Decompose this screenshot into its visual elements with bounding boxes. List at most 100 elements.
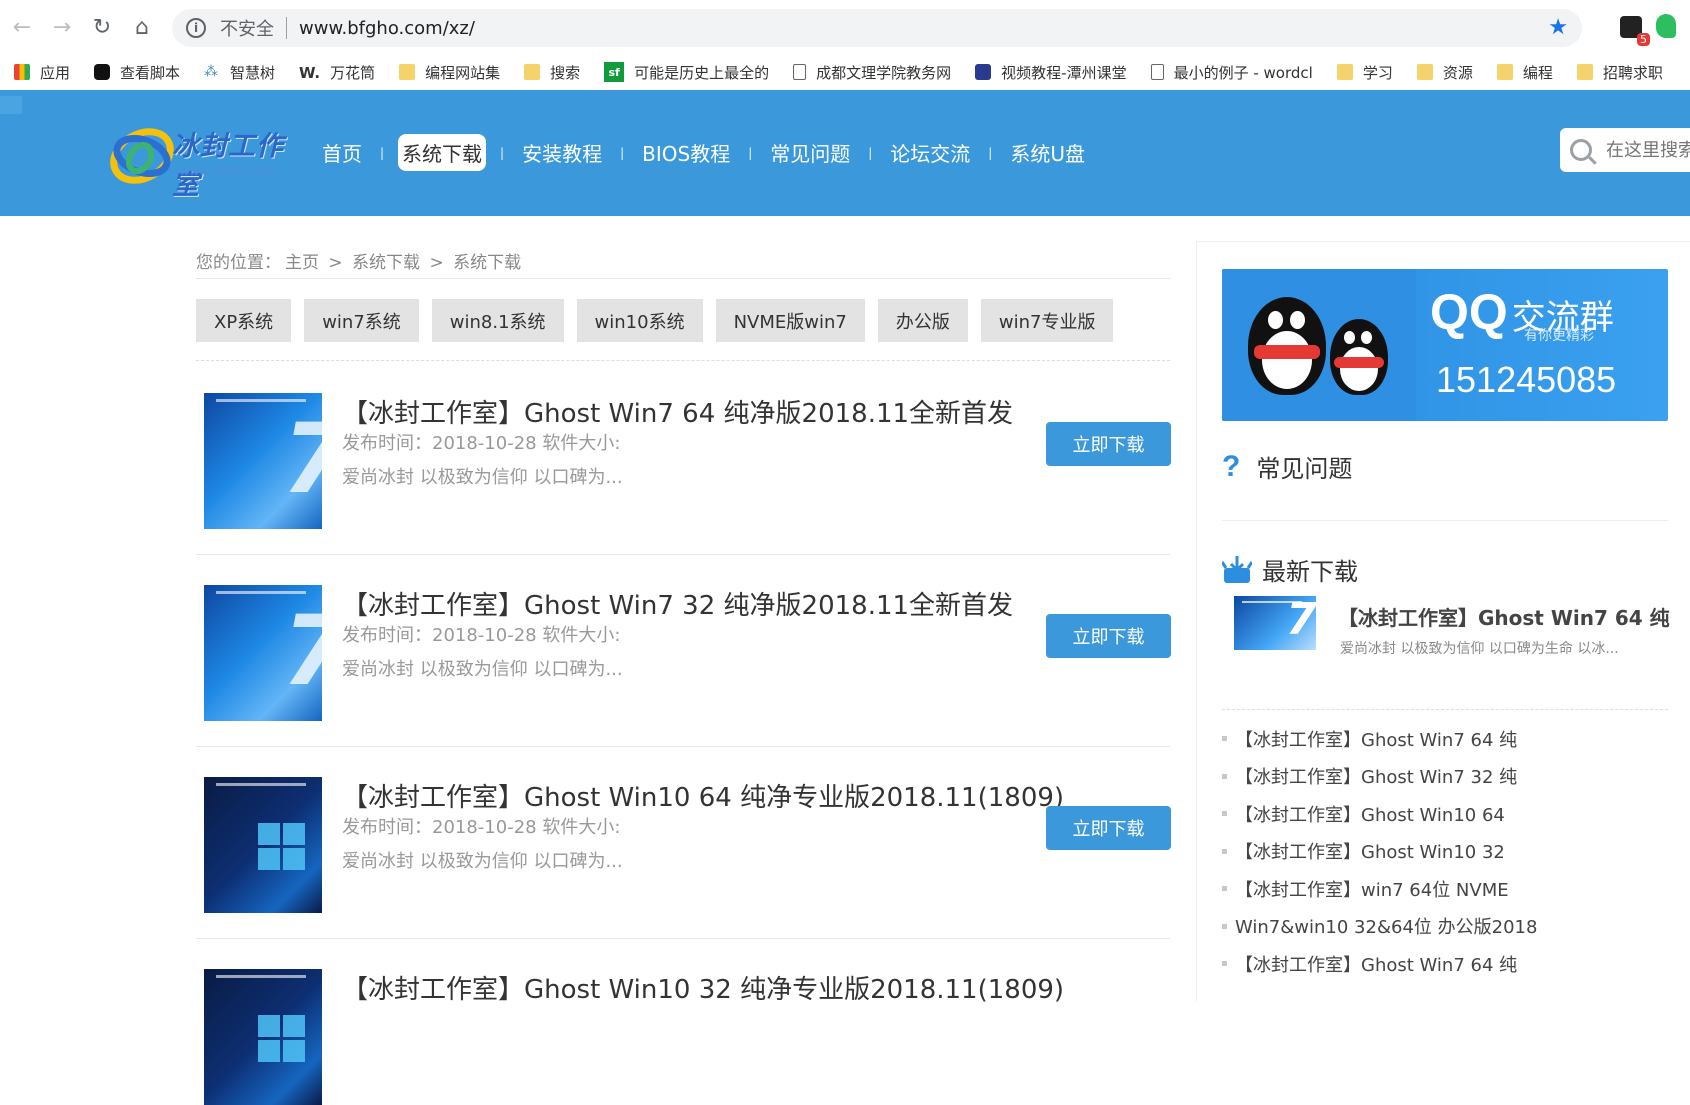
post-thumbnail[interactable]: 7 (204, 393, 322, 529)
nav-item[interactable]: 常见问题 (766, 134, 854, 171)
post-title[interactable]: 【冰封工作室】Ghost Win10 64 纯净专业版2018.11(1809) (342, 777, 1064, 814)
penguin-small-icon (1330, 319, 1388, 395)
sidebar-link-text: 【冰封工作室】Ghost Win7 64 纯 (1235, 729, 1518, 751)
qq-group-banner[interactable]: QQ 交流群 有你更精彩 151245085 (1222, 269, 1668, 421)
bookmark-item[interactable]: W. 万花筒 (299, 62, 375, 83)
video-icon (975, 64, 992, 80)
post-title[interactable]: 【冰封工作室】Ghost Win7 64 纯净版2018.11全新首发 (342, 393, 1013, 430)
bookmark-label: 资源 (1442, 63, 1473, 82)
bookmark-item[interactable]: 资源 (1416, 62, 1473, 83)
breadcrumb-item[interactable]: 系统下载 (352, 253, 420, 273)
download-button[interactable]: 立即下载 (1046, 806, 1171, 850)
sidebar-link[interactable]: Win7&win10 32&64位 办公版2018 (1222, 908, 1682, 946)
bookmark-item[interactable]: 成都文理学院教务网 (793, 62, 951, 83)
folder-icon (524, 64, 541, 80)
bookmark-item[interactable]: 应用 (14, 62, 70, 83)
sidebar-border (1196, 241, 1197, 1001)
bullet-icon (1222, 923, 1227, 929)
url-text[interactable]: www.bfgho.com/xz/ (299, 18, 475, 39)
bookmark-item[interactable]: 学习 (1336, 62, 1393, 83)
info-icon[interactable]: i (186, 18, 206, 38)
nav-item[interactable]: 论坛交流 (886, 134, 974, 171)
extension-badge: 5 (1637, 33, 1650, 46)
faq-heading[interactable]: ? 常见问题 (1222, 449, 1352, 484)
post-item: 【冰封工作室】Ghost Win10 32 纯净专业版2018.11(1809) (204, 969, 1170, 1105)
bookmarks-bar: 应用 查看脚本 ⁂ 智慧树 W. 万花筒 编程网站集 搜索 sf 可能是历史上最全的 成都文理学院教… (0, 54, 1690, 90)
download-button[interactable]: 立即下载 (1046, 422, 1171, 466)
post-meta: 发布时间：2018-10-28 软件大小: (342, 625, 621, 646)
category-button[interactable]: win8.1系统 (431, 299, 564, 342)
breadcrumb-home[interactable]: 主页 (285, 253, 319, 273)
search-input[interactable] (1606, 139, 1690, 161)
post-thumbnail[interactable]: 7 (204, 585, 322, 721)
bookmark-item[interactable]: 搜索 (524, 62, 580, 83)
forward-icon[interactable]: → (42, 7, 82, 47)
faq-heading-text: 常见问题 (1256, 455, 1353, 483)
category-button[interactable]: win7专业版 (980, 299, 1114, 342)
sidebar-link-text: 【冰封工作室】Ghost Win7 32 纯 (1235, 767, 1518, 789)
nav-item[interactable]: 首页 (318, 134, 366, 171)
post-desc: 爱尚冰封 以极致为信仰 以口碑为... (342, 467, 623, 488)
download-button[interactable]: 立即下载 (1046, 614, 1171, 658)
bullet-icon (1222, 773, 1227, 779)
bookmark-item[interactable]: 视频教程-潭州课堂 (975, 62, 1127, 83)
breadcrumb-current[interactable]: 系统下载 (453, 253, 521, 273)
category-button[interactable]: win10系统 (576, 299, 703, 342)
site-search[interactable] (1560, 128, 1690, 172)
back-icon[interactable]: ← (2, 7, 42, 47)
sidebar-link[interactable]: 【冰封工作室】Ghost Win7 32 纯 (1222, 758, 1682, 796)
category-button[interactable]: NVME版win7 (715, 299, 865, 342)
evernote-extension-icon[interactable] (1656, 14, 1676, 38)
bookmark-item[interactable]: sf 可能是历史上最全的 (604, 62, 769, 83)
home-icon[interactable]: ⌂ (122, 7, 162, 47)
address-bar[interactable]: i 不安全 www.bfgho.com/xz/ ★ (172, 9, 1582, 47)
post-desc: 爱尚冰封 以极致为信仰 以口碑为... (342, 659, 623, 680)
latest-title[interactable]: 【冰封工作室】Ghost Win7 64 纯 (1338, 602, 1670, 631)
bookmark-label: 应用 (40, 63, 71, 82)
nav-item[interactable]: 系统下载 (398, 134, 487, 171)
bookmark-item[interactable]: 编程网站集 (399, 62, 500, 83)
download-box-icon (1222, 555, 1252, 583)
qq-title-latin: QQ (1430, 284, 1508, 340)
bookmark-item[interactable]: 招聘求职 (1576, 62, 1663, 83)
bookmark-item[interactable]: 查看脚本 (94, 62, 180, 83)
nav-item[interactable]: BIOS教程 (638, 134, 734, 171)
bookmark-item[interactable]: ⁂ 智慧树 (204, 62, 275, 83)
site-logo[interactable]: 冰封工作室 www.bfgho.com (102, 114, 302, 201)
latest-item[interactable]: 7 【冰封工作室】Ghost Win7 64 纯 爱尚冰封 以极致为信仰 以口碑… (1234, 596, 1674, 657)
post-title[interactable]: 【冰封工作室】Ghost Win7 32 纯净版2018.11全新首发 (342, 585, 1013, 622)
sidebar-link[interactable]: 【冰封工作室】Ghost Win10 64 (1222, 795, 1682, 833)
sidebar-link[interactable]: 【冰封工作室】Ghost Win10 32 (1222, 833, 1682, 871)
tree-icon: ⁂ (204, 64, 219, 80)
post-thumbnail[interactable] (204, 777, 322, 913)
latest-heading-text: 最新下载 (1262, 558, 1358, 586)
sidebar-link[interactable]: 【冰封工作室】Ghost Win7 64 纯 (1222, 945, 1682, 983)
nav-item[interactable]: 安装教程 (518, 134, 606, 171)
latest-thumbnail[interactable]: 7 (1234, 596, 1317, 650)
post-thumbnail[interactable] (204, 969, 322, 1105)
category-button[interactable]: 办公版 (877, 299, 968, 342)
bookmark-star-icon[interactable]: ★ (1548, 15, 1568, 40)
nav-item[interactable]: 系统U盘 (1006, 134, 1089, 171)
logo-text: 冰封工作室 (172, 131, 284, 201)
search-icon[interactable] (1570, 139, 1592, 161)
category-button[interactable]: XP系统 (196, 299, 292, 342)
post-title[interactable]: 【冰封工作室】Ghost Win10 32 纯净专业版2018.11(1809) (342, 969, 1064, 1006)
sidebar-link-text: 【冰封工作室】Ghost Win10 32 (1235, 842, 1505, 864)
sidebar-link[interactable]: 【冰封工作室】win7 64位 NVME (1222, 870, 1682, 908)
sidebar-link-text: 【冰封工作室】win7 64位 NVME (1235, 879, 1509, 901)
reload-icon[interactable]: ↻ (82, 7, 122, 47)
extension-icon[interactable]: 5 (1620, 16, 1650, 46)
qq-subtitle: 有你更精彩 (1524, 328, 1594, 344)
breadcrumb-sep: > (328, 253, 343, 273)
bookmark-item[interactable]: 编程 (1496, 62, 1553, 83)
post-item: 【冰封工作室】Ghost Win10 64 纯净专业版2018.11(1809)… (204, 777, 1171, 913)
sidebar-link-text: 【冰封工作室】Ghost Win10 64 (1235, 804, 1505, 826)
bullet-icon (1222, 961, 1227, 967)
qq-mascot-panel (1222, 269, 1416, 421)
breadcrumb: 您的位置： 主页 > 系统下载 > 系统下载 (196, 248, 525, 273)
category-button[interactable]: win7系统 (304, 299, 419, 342)
bookmark-label: 查看脚本 (120, 63, 181, 82)
bookmark-item[interactable]: 最小的例子 - wordcl (1150, 62, 1313, 83)
sidebar-link[interactable]: 【冰封工作室】Ghost Win7 64 纯 (1222, 720, 1682, 758)
